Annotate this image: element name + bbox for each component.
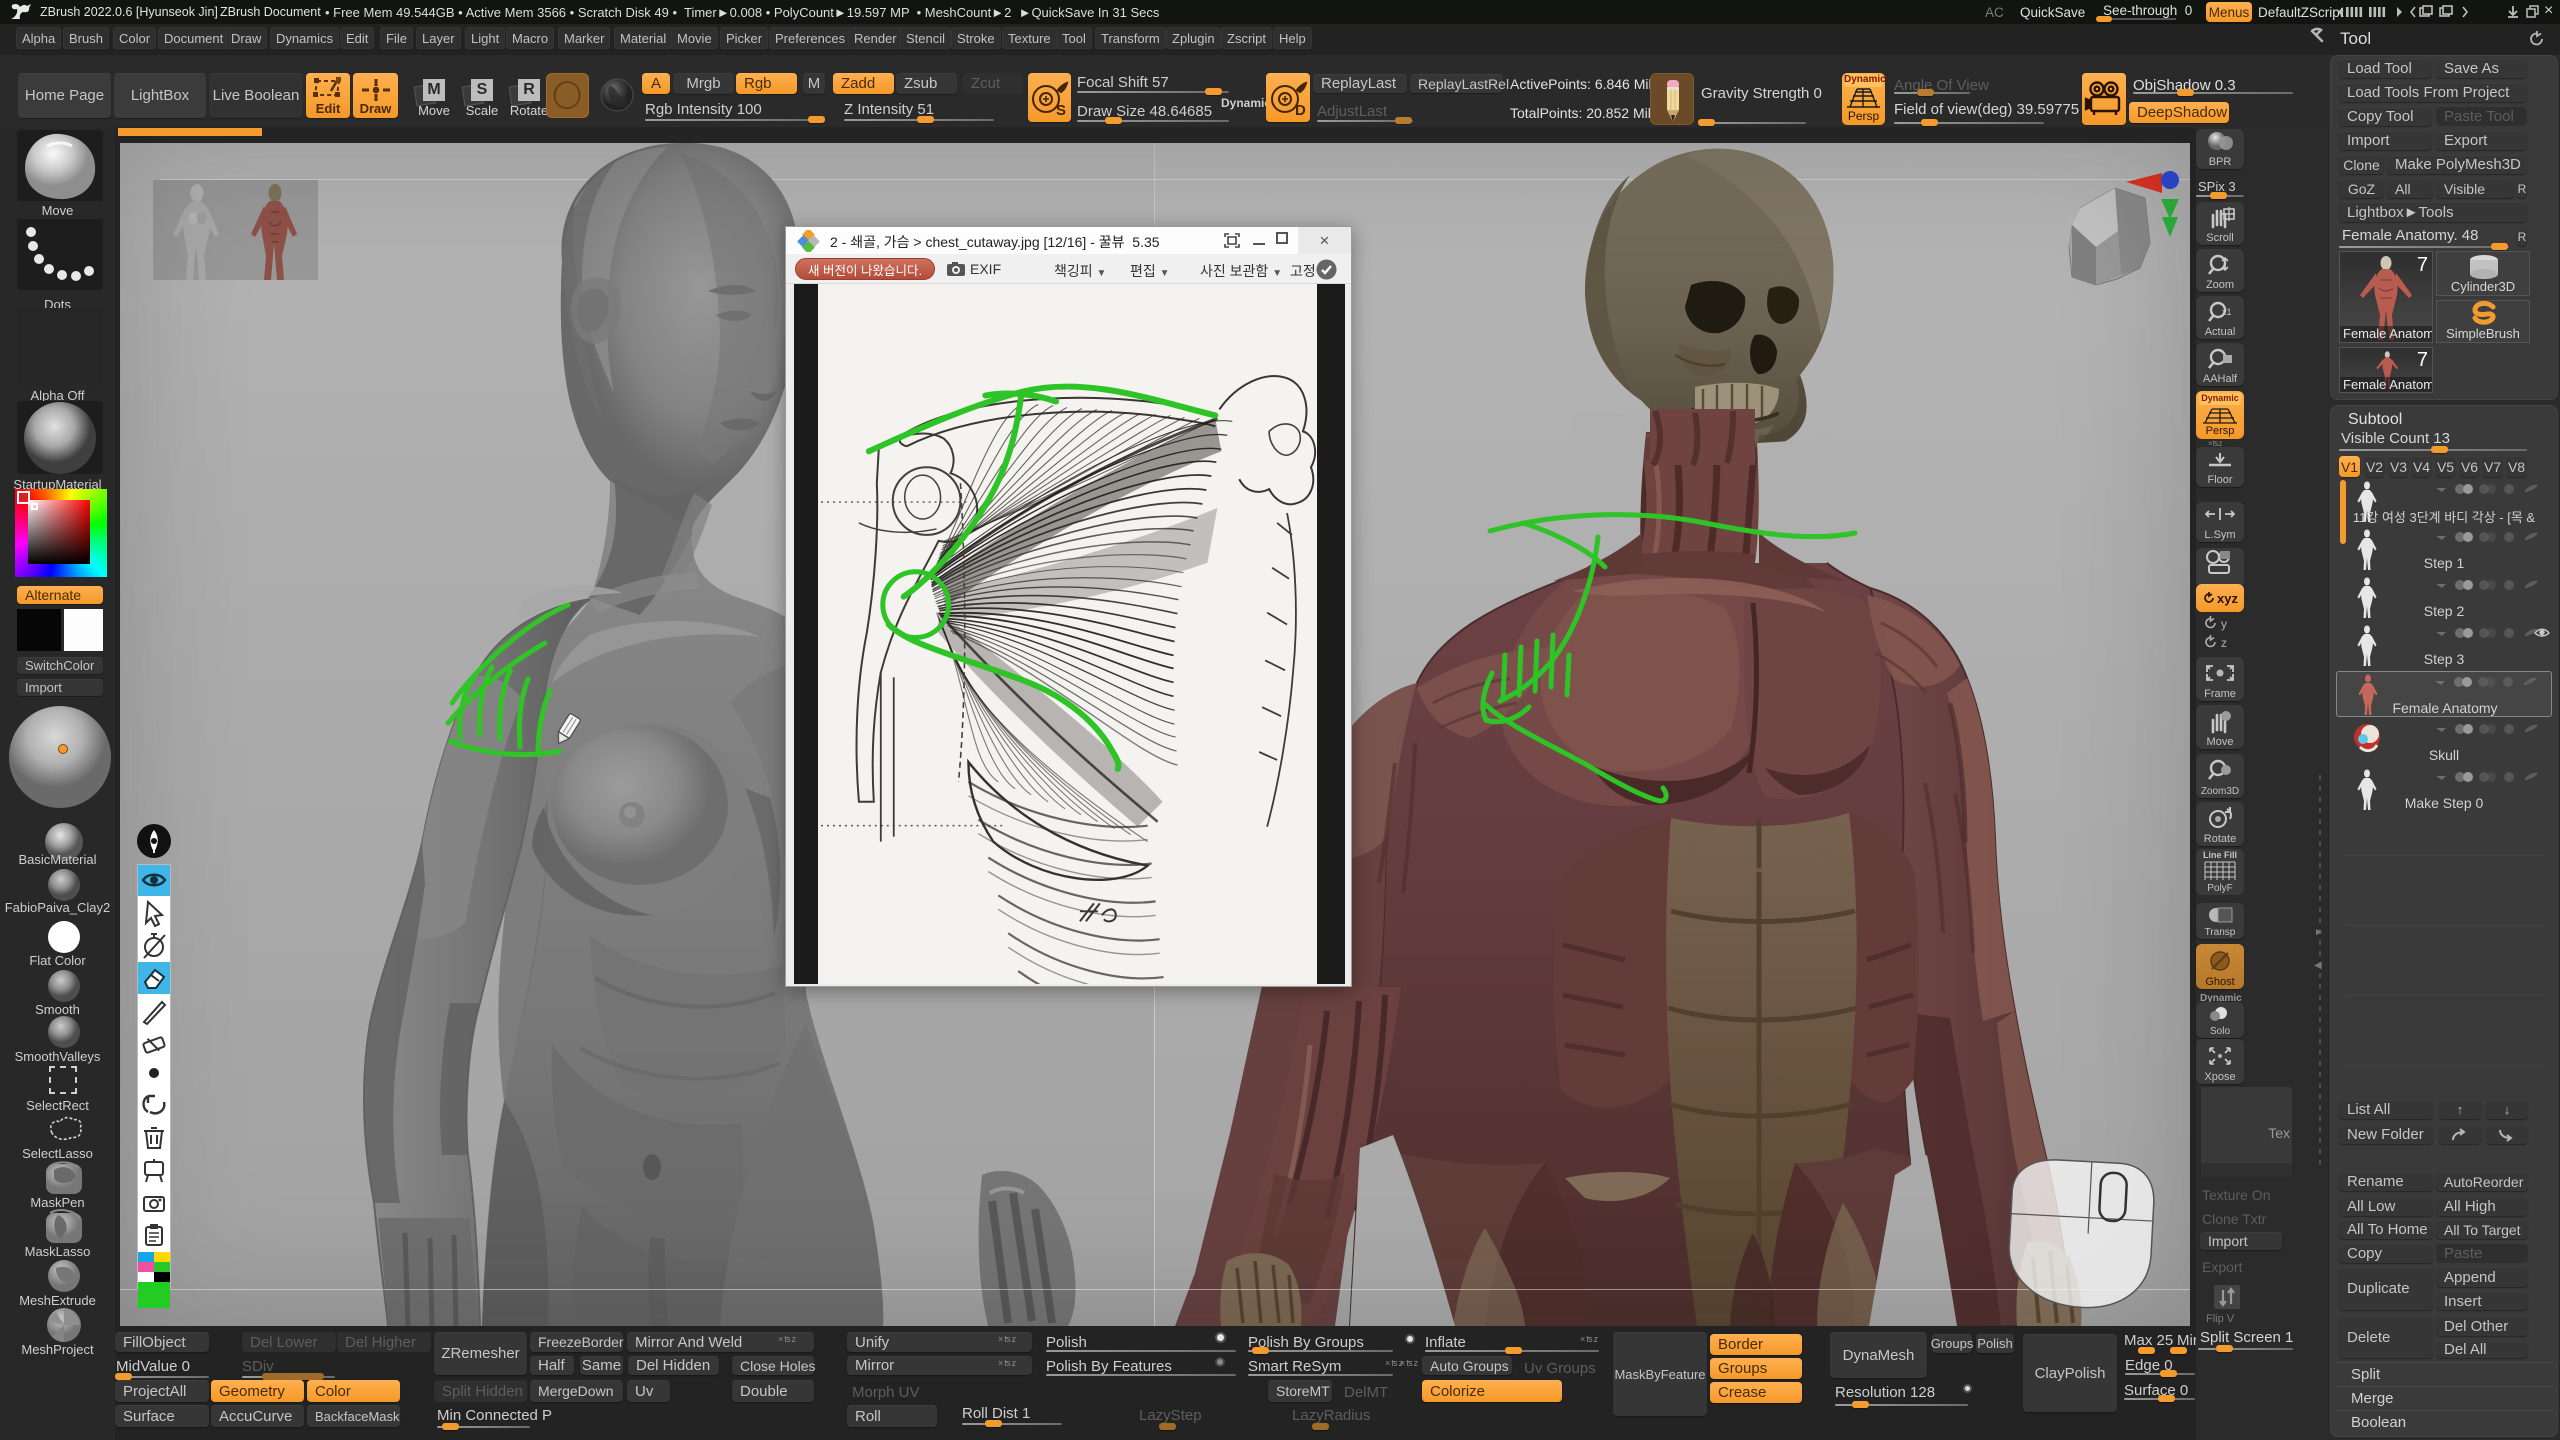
svg-text:y: y xyxy=(2221,617,2227,631)
svg-text:S: S xyxy=(1056,102,1066,119)
svg-text:z: z xyxy=(2221,636,2227,650)
svg-text:D: D xyxy=(1295,102,1306,119)
svg-text:x1: x1 xyxy=(2222,307,2232,317)
